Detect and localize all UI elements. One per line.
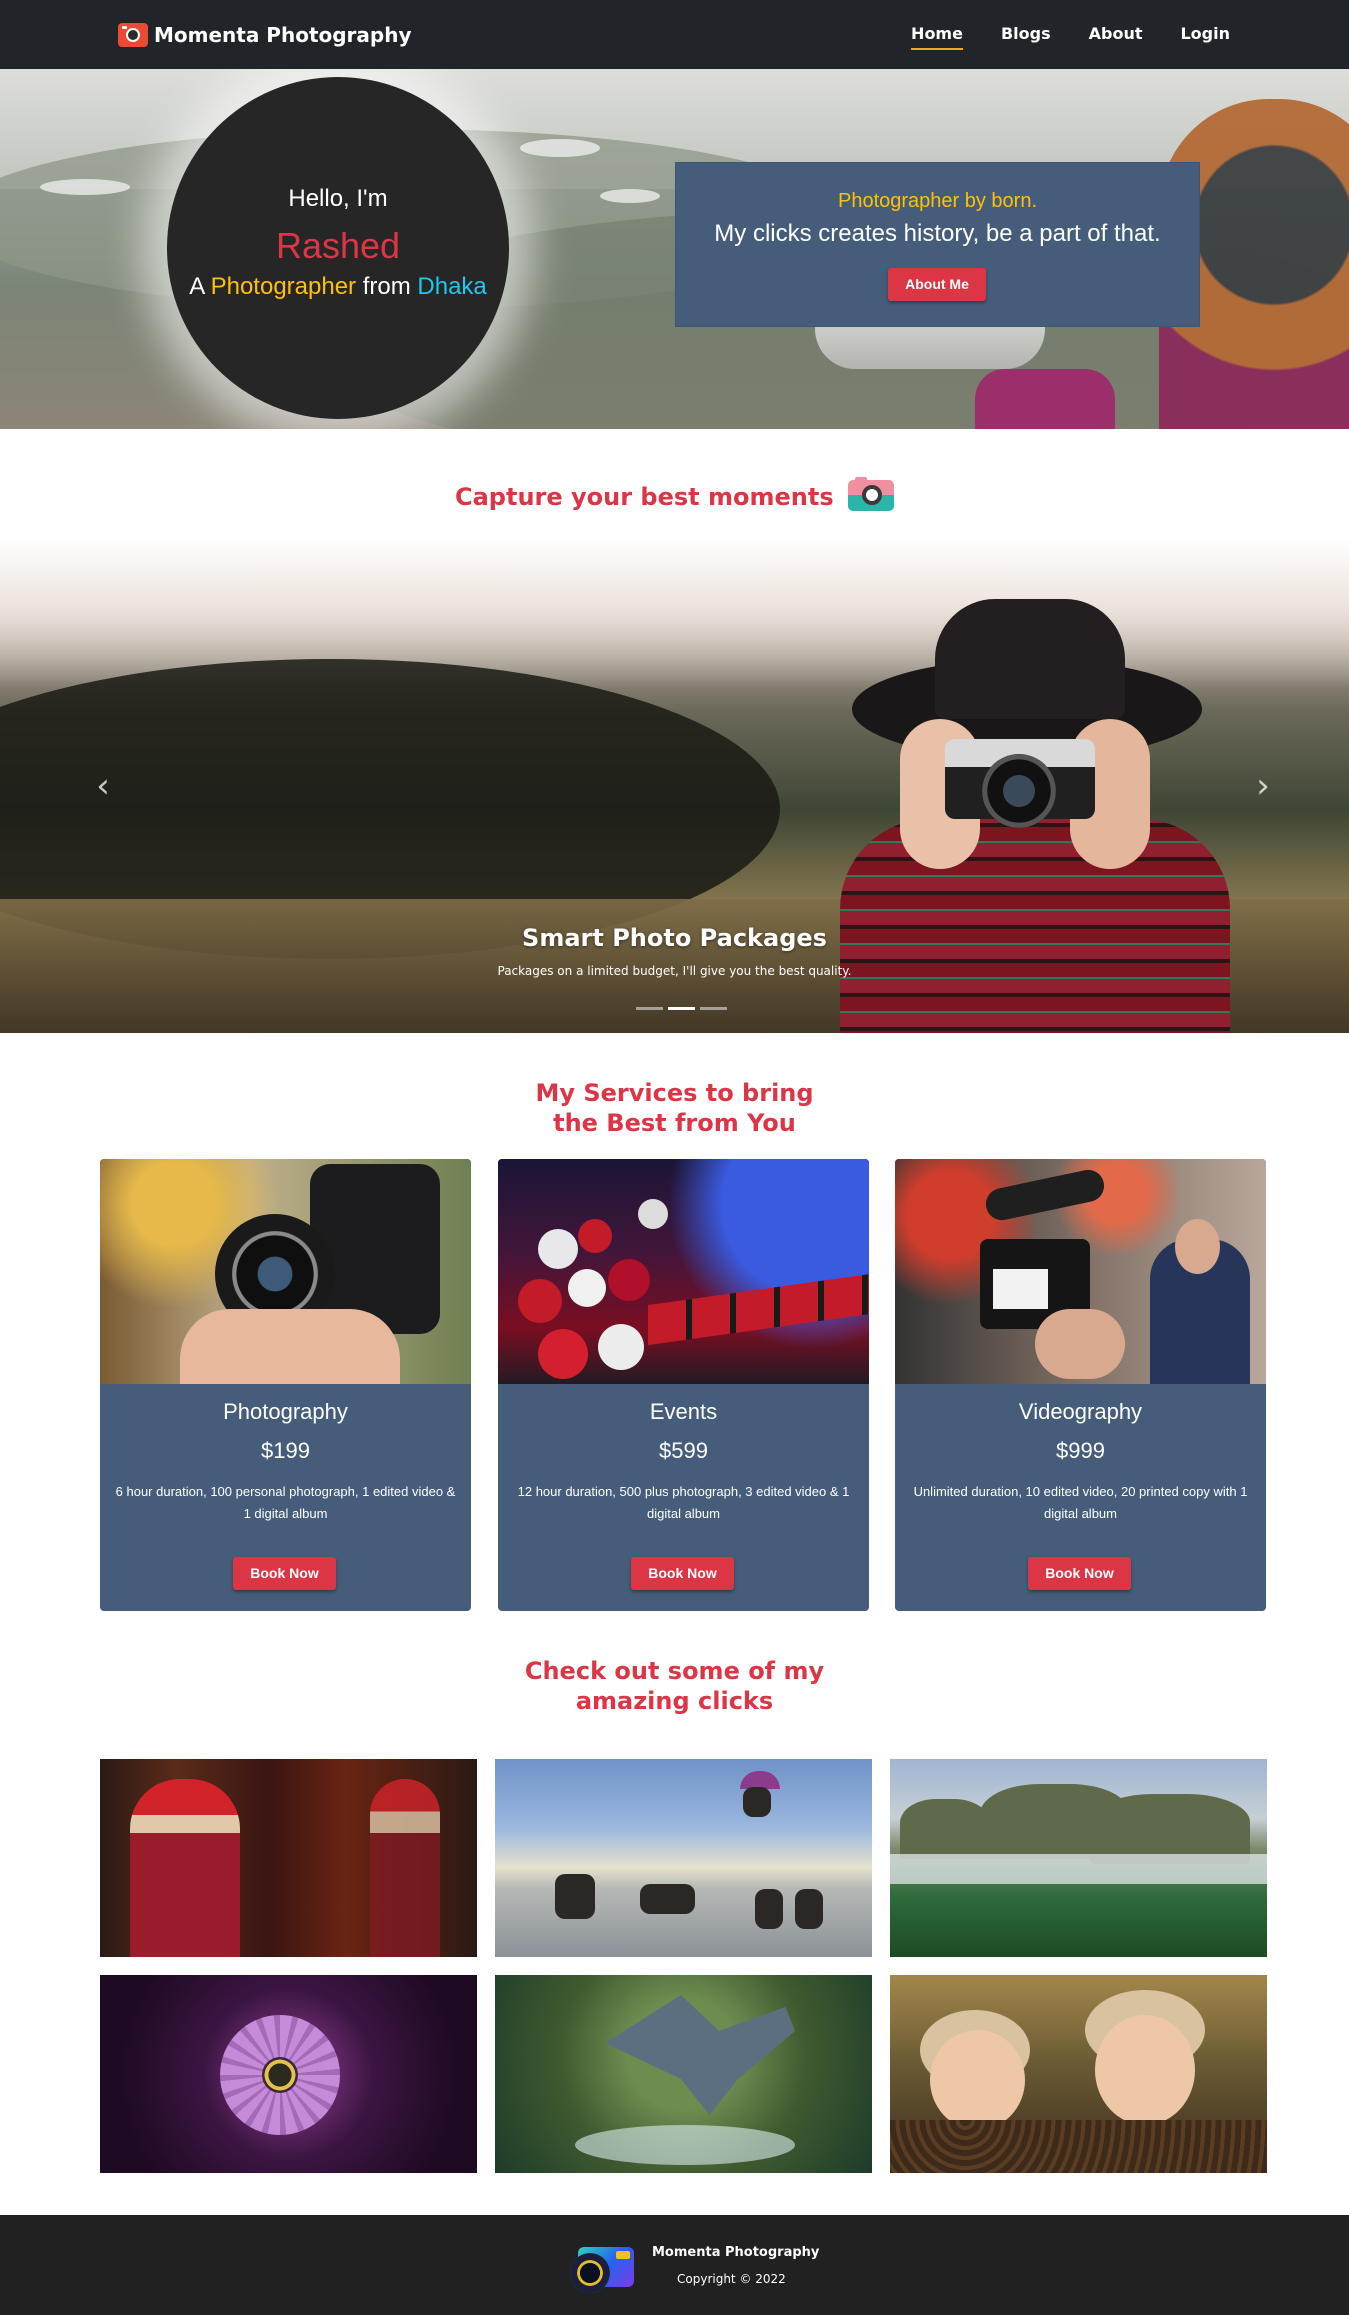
carousel-indicator-2[interactable] bbox=[668, 1007, 695, 1010]
carousel-next-icon[interactable]: › bbox=[1248, 769, 1278, 803]
brand-name: Momenta Photography bbox=[154, 23, 412, 47]
card-description: Unlimited duration, 10 edited video, 20 … bbox=[913, 1484, 1248, 1521]
hero-callout: Photographer by born. My clicks creates … bbox=[676, 163, 1199, 326]
card-price: $999 bbox=[1056, 1438, 1105, 1463]
videography-card-image bbox=[895, 1159, 1266, 1384]
gallery-image-mountains[interactable] bbox=[890, 1759, 1267, 1957]
card-title: Events bbox=[649, 1399, 718, 1424]
service-card-photography: Photography $199 6 hour duration, 100 pe… bbox=[100, 1159, 471, 1611]
gallery-image-heron[interactable] bbox=[495, 1975, 872, 2173]
brand-link[interactable]: Momenta Photography bbox=[118, 20, 412, 50]
footer-title: Momenta Photography bbox=[652, 2245, 820, 2260]
nav-links: Home Blogs About Login bbox=[892, 22, 1249, 50]
book-now-button[interactable]: Book Now bbox=[631, 1557, 734, 1590]
nav-link-about[interactable]: About bbox=[1070, 22, 1162, 48]
hero-tagline: Photographer by born. bbox=[837, 190, 1038, 212]
camera-logo-icon bbox=[118, 23, 148, 47]
gallery-image-wedding[interactable] bbox=[100, 1759, 477, 1957]
nav-link-blogs[interactable]: Blogs bbox=[982, 22, 1070, 48]
carousel-indicator-3[interactable] bbox=[700, 1007, 727, 1010]
hero-banner: Hello, I'm Rashed A Photographer from Dh… bbox=[0, 69, 1349, 429]
intro-circle: Hello, I'm Rashed A Photographer from Dh… bbox=[167, 77, 509, 419]
book-now-button[interactable]: Book Now bbox=[233, 1557, 336, 1590]
hero-subtitle: My clicks creates history, be a part of … bbox=[714, 220, 1161, 247]
services-title: My Services to bring the Best from You bbox=[535, 1079, 814, 1137]
card-price: $599 bbox=[659, 1438, 708, 1463]
service-cards: Photography $199 6 hour duration, 100 pe… bbox=[100, 1159, 1266, 1611]
gallery-image-children[interactable] bbox=[890, 1975, 1267, 2173]
card-description: 12 hour duration, 500 plus photograph, 3… bbox=[517, 1484, 850, 1521]
footer-camera-logo-icon bbox=[568, 2235, 644, 2297]
nav-link-home[interactable]: Home bbox=[892, 22, 982, 50]
footer-copyright: Copyright © 2022 bbox=[677, 2272, 786, 2286]
card-title: Videography bbox=[1018, 1399, 1143, 1424]
gallery-image-kids-playing[interactable] bbox=[495, 1759, 872, 1957]
camera-emoji-icon bbox=[847, 477, 894, 511]
carousel-prev-icon[interactable]: ‹ bbox=[88, 769, 118, 803]
service-card-videography: Videography $999 Unlimited duration, 10 … bbox=[895, 1159, 1266, 1611]
navbar: Momenta Photography Home Blogs About Log… bbox=[0, 0, 1349, 69]
intro-city: Dhaka bbox=[417, 273, 487, 300]
gallery-image-flower[interactable] bbox=[100, 1975, 477, 2173]
nav-link-login[interactable]: Login bbox=[1161, 22, 1249, 48]
footer: Momenta Photography Copyright © 2022 bbox=[0, 2215, 1349, 2315]
intro-profession: Photographer bbox=[210, 273, 357, 300]
intro-hello: Hello, I'm bbox=[288, 185, 388, 212]
about-me-button[interactable]: About Me bbox=[888, 268, 986, 301]
intro-name: Rashed bbox=[275, 225, 401, 266]
carousel-indicator-1[interactable] bbox=[636, 1007, 663, 1010]
events-card-image bbox=[498, 1159, 869, 1384]
book-now-button[interactable]: Book Now bbox=[1028, 1557, 1131, 1590]
service-card-events: Events $599 12 hour duration, 500 plus p… bbox=[498, 1159, 869, 1611]
capture-title: Capture your best moments bbox=[0, 477, 1349, 512]
carousel-indicators bbox=[636, 1007, 727, 1010]
card-title: Photography bbox=[223, 1399, 348, 1424]
carousel-caption-text: Packages on a limited budget, I'll give … bbox=[497, 964, 852, 978]
intro-line: A Photographer from Dhaka bbox=[189, 273, 487, 300]
photo-carousel: ‹ › Smart Photo Packages Packages on a l… bbox=[0, 539, 1349, 1033]
card-price: $199 bbox=[261, 1438, 310, 1463]
card-description: 6 hour duration, 100 personal photograph… bbox=[115, 1484, 456, 1521]
carousel-caption-title: Smart Photo Packages bbox=[522, 924, 827, 952]
photography-card-image bbox=[100, 1159, 471, 1384]
gallery-title: Check out some of my amazing clicks bbox=[524, 1657, 825, 1715]
